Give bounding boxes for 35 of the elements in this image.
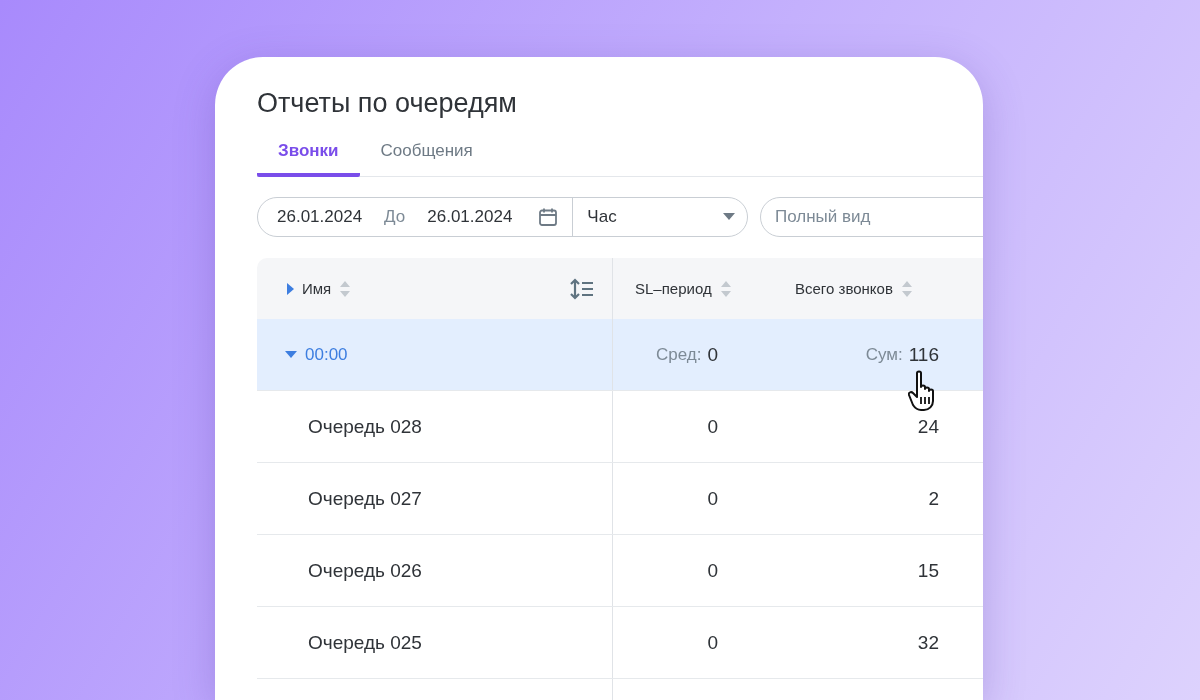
table-cell: 15 <box>917 559 939 582</box>
column-header[interactable]: Имя <box>302 280 332 297</box>
queue-name: Очередь 025 <box>308 631 422 654</box>
tab[interactable]: Звонки <box>257 131 360 177</box>
group-row[interactable]: 00:00 Сред: 0 Сум: 116 <box>257 319 983 391</box>
expand-all-button[interactable] <box>287 282 294 295</box>
aggregate-value: 0 <box>707 343 718 366</box>
aggregate-label: Сред: <box>655 344 702 365</box>
queue-name: Очередь 027 <box>308 487 422 510</box>
table-cell: 0 <box>707 487 718 510</box>
date-to[interactable]: 26.01.2024 <box>427 207 513 227</box>
table-cell: 0 <box>707 631 718 654</box>
queue-name: Очередь 028 <box>308 415 422 438</box>
caret-icon <box>723 213 735 221</box>
aggregate-label: Сум: <box>865 344 903 365</box>
group-label: 00:00 <box>305 344 348 365</box>
queue-name: Очередь 026 <box>308 559 422 582</box>
row-height-icon[interactable] <box>570 277 594 300</box>
page-title: Отчеты по очередям <box>257 87 518 119</box>
aggregate-value: 116 <box>908 343 939 366</box>
column-header[interactable]: SL–период <box>635 280 712 297</box>
table-cell: 0 <box>707 559 718 582</box>
table-cell: 32 <box>917 631 939 654</box>
table-cell: 24 <box>917 415 939 438</box>
date-from[interactable]: 26.01.2024 <box>277 207 363 227</box>
range-separator: До <box>384 207 406 227</box>
caret-icon <box>285 350 297 359</box>
column-header[interactable]: Всего звонков <box>795 280 893 297</box>
calendar-icon[interactable] <box>538 207 559 227</box>
interval-select[interactable]: Час <box>572 198 747 236</box>
caret-icon <box>287 282 294 295</box>
table-cell: 0 <box>707 415 718 438</box>
table-cell: 2 <box>928 487 939 510</box>
tab[interactable]: Сообщения <box>359 131 494 177</box>
view-field[interactable]: Полный вид <box>760 197 983 237</box>
